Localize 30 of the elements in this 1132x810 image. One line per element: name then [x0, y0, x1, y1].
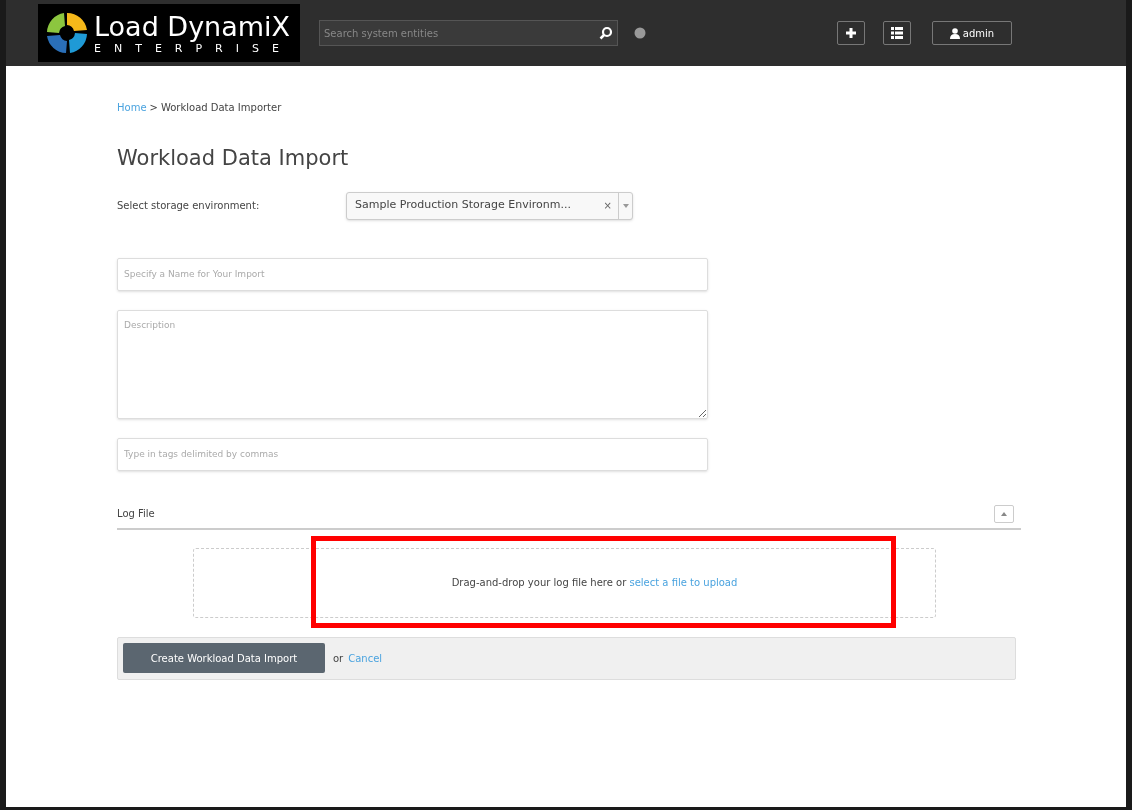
- collapse-button[interactable]: [994, 504, 1014, 523]
- dropzone[interactable]: Drag-and-drop your log file here or select a file to upload: [193, 547, 936, 618]
- swirl-icon: [44, 10, 90, 56]
- dropzone-text: Drag-and-drop your log file here or select a file to upload: [450, 576, 738, 590]
- list-button[interactable]: [883, 21, 911, 45]
- or-text: or: [333, 651, 344, 666]
- storage-environment-select[interactable]: Sample Production Storage Environm... ×: [346, 191, 633, 220]
- search-field[interactable]: Search system entities: [319, 20, 618, 46]
- description-field[interactable]: Description: [117, 309, 708, 419]
- add-button[interactable]: [837, 21, 865, 45]
- user-button[interactable]: admin: [932, 21, 1012, 45]
- logo[interactable]: Load DynamiX ENTERPRISE: [38, 4, 300, 62]
- input-field[interactable]: Type in tags delimited by commas: [117, 437, 708, 471]
- input-field[interactable]: Specify a Name for Your Import: [117, 257, 708, 291]
- search-icon[interactable]: [599, 26, 613, 40]
- caret-icon[interactable]: [622, 203, 629, 208]
- field-label: Select storage environment:: [117, 199, 261, 213]
- logo-name: Load DynamiX: [94, 12, 292, 40]
- breadcrumb-current: Workload Data Importer: [160, 101, 282, 115]
- list-icon: [891, 27, 903, 39]
- page-title: Workload Data Import: [117, 145, 350, 172]
- breadcrumb-separator: >: [149, 101, 158, 115]
- plus-icon: [845, 27, 857, 39]
- create-button[interactable]: Create Workload Data Import: [123, 643, 325, 673]
- logo-subtitle: ENTERPRISE: [94, 42, 292, 54]
- select-value: Sample Production Storage Environm...: [354, 197, 572, 214]
- section-title: Log File: [117, 507, 155, 521]
- chevron-up-icon: [1001, 511, 1007, 516]
- clear-icon[interactable]: ×: [603, 198, 618, 213]
- user-icon: [949, 27, 960, 39]
